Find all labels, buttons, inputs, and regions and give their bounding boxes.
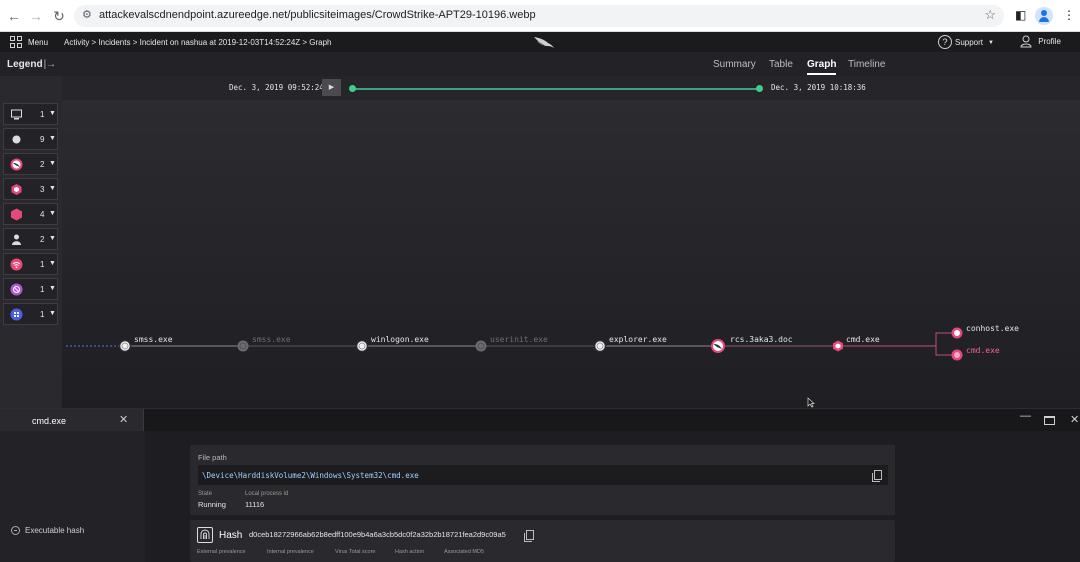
- executable-hash-link[interactable]: Executable hash: [11, 526, 85, 536]
- state-label: State: [198, 491, 213, 497]
- hash-column-header: Associated MD5: [444, 549, 485, 555]
- node-label: userinit.exe: [490, 335, 548, 344]
- graph-node-conhost[interactable]: [951, 327, 963, 339]
- graph-node-explorer[interactable]: [593, 339, 607, 353]
- details-tab-title: cmd.exe: [32, 416, 67, 426]
- node-label: explorer.exe: [609, 335, 667, 344]
- hash-column-header: Hash action: [395, 549, 425, 555]
- node-label: cmd.exe: [846, 335, 880, 344]
- details-panel: Executable hash File path \Device\Harddi…: [0, 431, 1080, 562]
- details-tab[interactable]: cmd.exe ✕: [0, 409, 144, 432]
- hash-card: Hash d0ceb18272966ab62b8edff100e9b4a6a3c…: [190, 520, 895, 562]
- hash-column-header: Virus Total score: [335, 549, 376, 555]
- file-path-label: File path: [198, 453, 227, 462]
- fingerprint-icon: [197, 527, 213, 543]
- node-label: smss.exe: [252, 335, 291, 344]
- graph-node-rcs-doc[interactable]: [711, 339, 725, 353]
- node-label: cmd.exe: [966, 346, 1000, 355]
- graph-node-smss[interactable]: [118, 339, 132, 353]
- close-panel-icon[interactable]: ✕: [1070, 413, 1079, 426]
- graph-edges: [66, 327, 963, 361]
- graph-node-userinit[interactable]: [475, 340, 487, 352]
- copy-icon[interactable]: [872, 470, 882, 482]
- mouse-cursor-icon: [807, 397, 815, 408]
- minimize-icon[interactable]: —: [1020, 410, 1031, 422]
- pid-label: Local process id: [245, 491, 289, 497]
- close-icon[interactable]: ✕: [119, 413, 128, 426]
- node-label: smss.exe: [134, 335, 173, 344]
- file-path-value: \Device\HarddiskVolume2\Windows\System32…: [202, 471, 419, 480]
- file-path-card: File path \Device\HarddiskVolume2\Window…: [190, 445, 895, 515]
- pid-value: 11116: [245, 500, 265, 509]
- node-label: conhost.exe: [966, 324, 1019, 333]
- hash-value: d0ceb18272966ab62b8edff100e9b4a6a3cb5dc0…: [249, 530, 506, 539]
- maximize-icon[interactable]: [1044, 416, 1055, 425]
- file-path-field[interactable]: \Device\HarddiskVolume2\Windows\System32…: [198, 465, 888, 485]
- graph-node-winlogon[interactable]: [355, 339, 369, 353]
- collapse-circle-icon: [11, 526, 20, 536]
- hash-column-header: External prevalence: [197, 549, 246, 555]
- copy-icon[interactable]: [524, 530, 534, 542]
- hash-column-header: Internal prevalence: [267, 549, 314, 555]
- node-label: winlogon.exe: [371, 335, 429, 344]
- graph-node-cmd[interactable]: [833, 340, 843, 352]
- executable-hash-label: Executable hash: [25, 526, 85, 535]
- graph-node-cmd-child[interactable]: [951, 349, 963, 361]
- details-sidebar: Executable hash: [0, 431, 145, 562]
- state-value: Running: [198, 500, 226, 509]
- node-label: rcs.3aka3.doc: [730, 335, 793, 344]
- graph-node-smss-child[interactable]: [237, 340, 249, 352]
- details-panel-header: cmd.exe ✕ — ✕: [0, 408, 1080, 432]
- hash-title: Hash: [219, 530, 243, 541]
